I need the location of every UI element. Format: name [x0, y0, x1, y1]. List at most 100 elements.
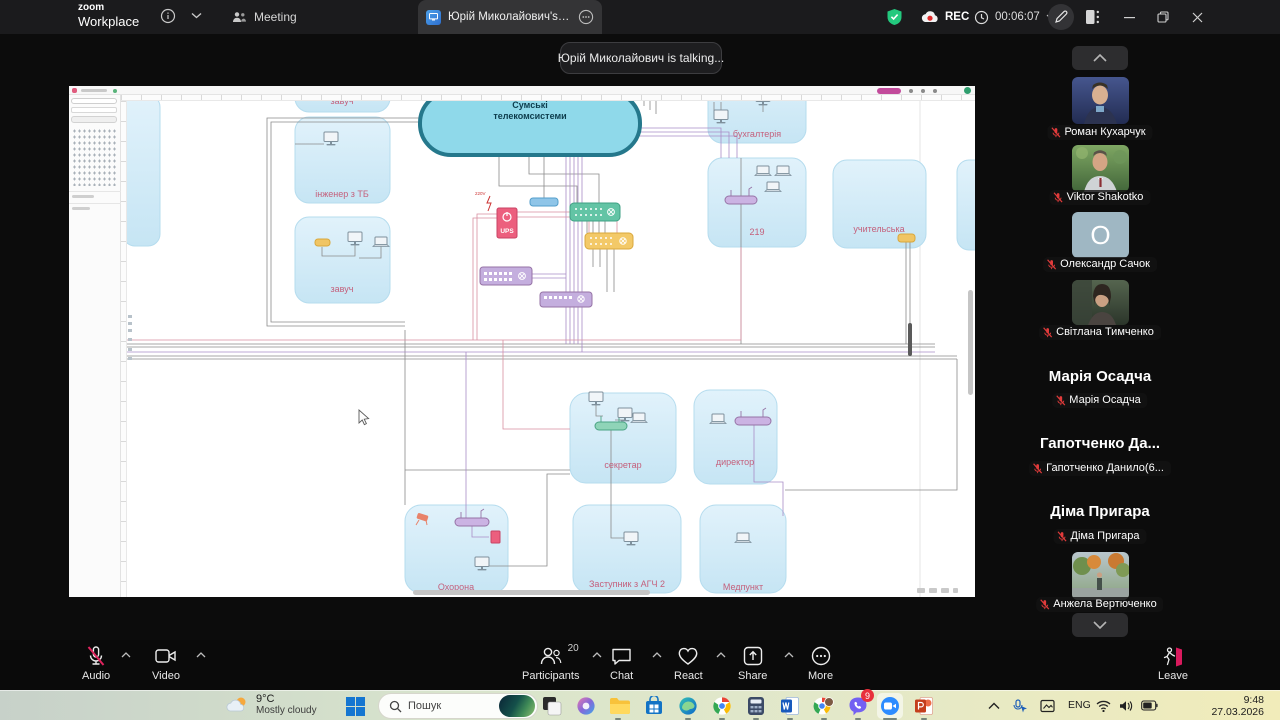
annotate-button[interactable] [1048, 4, 1074, 30]
participant-name-label: Анжела Вертюченко [1036, 597, 1163, 612]
svg-text:секретар: секретар [604, 460, 641, 470]
svg-text:учительська: учительська [853, 224, 904, 234]
tray-expand-chevron[interactable] [988, 702, 1000, 710]
react-options-chevron[interactable] [716, 652, 726, 658]
toolbar-icon[interactable] [933, 89, 937, 93]
word-button[interactable] [777, 693, 803, 719]
start-button[interactable] [342, 693, 368, 719]
saved-dot-icon [113, 89, 117, 93]
drawio-toolbar [69, 86, 975, 95]
canvas-vscrollbar[interactable] [968, 290, 973, 395]
ruler-horizontal [121, 95, 975, 101]
react-button[interactable]: React [674, 645, 703, 682]
timer-value: 00:06:07 [995, 11, 1040, 23]
powerpoint-button[interactable] [911, 693, 937, 719]
audio-label: Audio [82, 670, 110, 682]
close-button[interactable] [1180, 0, 1214, 34]
toolbar-icon[interactable] [921, 89, 925, 93]
drawio-avatar[interactable] [964, 87, 971, 94]
brand-workplace: Workplace [78, 15, 139, 28]
restore-button[interactable] [1146, 0, 1180, 34]
avatar-initial: O [1090, 220, 1110, 251]
calculator-button[interactable] [743, 693, 769, 719]
chevron-down-icon[interactable] [191, 12, 202, 19]
participants-button[interactable]: 20 Participants [522, 645, 579, 682]
canvas-hscrollbar[interactable] [413, 590, 650, 595]
participant-video[interactable] [1072, 145, 1129, 192]
participants-options-chevron[interactable] [592, 652, 602, 658]
participant-name-tile[interactable]: Марія Осадча [1049, 368, 1151, 385]
battery-icon[interactable] [1141, 700, 1158, 711]
shape-search-input[interactable] [71, 98, 117, 104]
more-shapes-button[interactable] [71, 116, 117, 123]
video-label: Video [152, 670, 180, 682]
chat-button[interactable]: Chat [610, 645, 633, 682]
store-button[interactable] [641, 693, 667, 719]
filmstrip-up-button[interactable] [1072, 46, 1128, 70]
tab-options-icon[interactable] [578, 9, 594, 25]
participant-video[interactable] [1072, 552, 1129, 600]
video-button[interactable]: Video [152, 645, 180, 682]
shape-grid[interactable] [72, 128, 118, 186]
door-controller-icon [491, 531, 500, 543]
drawio-share-button[interactable] [877, 88, 901, 94]
voice-access-icon[interactable] [1012, 699, 1028, 713]
shared-screen-view[interactable]: 220V UPS [69, 86, 975, 597]
snipping-tool-icon[interactable] [1040, 699, 1056, 713]
speaker-icon[interactable] [1119, 700, 1133, 712]
video-options-chevron[interactable] [196, 652, 206, 658]
toolbar-icon[interactable] [909, 89, 913, 93]
chrome-button[interactable] [709, 693, 735, 719]
language-indicator[interactable]: ENG [1068, 699, 1091, 711]
svg-text:директор: директор [716, 457, 754, 467]
participants-label: Participants [522, 670, 579, 682]
participant-video[interactable] [1072, 77, 1129, 124]
security-shield-icon[interactable] [886, 8, 903, 26]
canvas-zoom-controls[interactable] [917, 587, 963, 594]
participant-video[interactable] [1072, 280, 1129, 325]
view-layout-icon[interactable] [1085, 9, 1101, 25]
tab-meeting[interactable]: Meeting [222, 0, 307, 34]
diagram-rooms [123, 86, 975, 593]
share-button[interactable]: Share [738, 645, 767, 682]
switch-green-icon [570, 203, 620, 221]
participant-name-tile[interactable]: Діма Пригара [1050, 503, 1150, 520]
shape-category-select[interactable] [71, 107, 117, 113]
tab-shared-screen[interactable]: Юрій Миколайович's screen [418, 0, 602, 34]
leave-button[interactable]: Leave [1158, 645, 1188, 682]
taskbar-search[interactable]: Пошук [378, 693, 538, 719]
clock-widget[interactable]: 9:48 27.03.2026 [1178, 694, 1264, 718]
svg-text:завуч: завуч [331, 284, 354, 294]
info-icon[interactable] [160, 8, 176, 24]
participant-avatar[interactable]: O [1072, 212, 1129, 258]
audio-options-chevron[interactable] [121, 652, 131, 658]
cables-purple [127, 95, 935, 537]
more-button[interactable]: More [808, 645, 833, 682]
video-camera-icon [154, 645, 178, 667]
zoom-app-button[interactable] [877, 693, 903, 719]
stage-scrollbar[interactable] [908, 323, 912, 356]
chat-options-chevron[interactable] [652, 652, 662, 658]
share-options-chevron[interactable] [784, 652, 794, 658]
filmstrip-down-button[interactable] [1072, 613, 1128, 637]
copilot-button[interactable] [573, 693, 599, 719]
edge-button[interactable] [675, 693, 701, 719]
audio-button[interactable]: Audio [82, 645, 110, 682]
cloud-rec-icon [920, 10, 940, 24]
meeting-timer[interactable]: 00:06:07 [974, 0, 1055, 34]
task-view-button[interactable] [539, 693, 565, 719]
weather-widget[interactable]: 9°CMostly cloudy [226, 693, 317, 716]
minimize-button[interactable] [1112, 0, 1146, 34]
participant-name-tile[interactable]: Гапотченко Да... [1040, 435, 1160, 452]
recording-indicator[interactable]: REC [920, 0, 969, 34]
search-highlight-image[interactable] [499, 695, 535, 717]
tab-meeting-label: Meeting [254, 10, 297, 24]
file-explorer-button[interactable] [607, 693, 633, 719]
wifi-icon[interactable] [1096, 700, 1111, 712]
pencil-icon [1054, 10, 1068, 24]
chrome-profile-button[interactable] [811, 693, 837, 719]
ruler-vertical [121, 101, 127, 597]
drawio-shapes-panel[interactable] [69, 95, 121, 597]
muted-mic-icon [1032, 463, 1043, 474]
viber-button[interactable]: 9 [845, 693, 871, 719]
